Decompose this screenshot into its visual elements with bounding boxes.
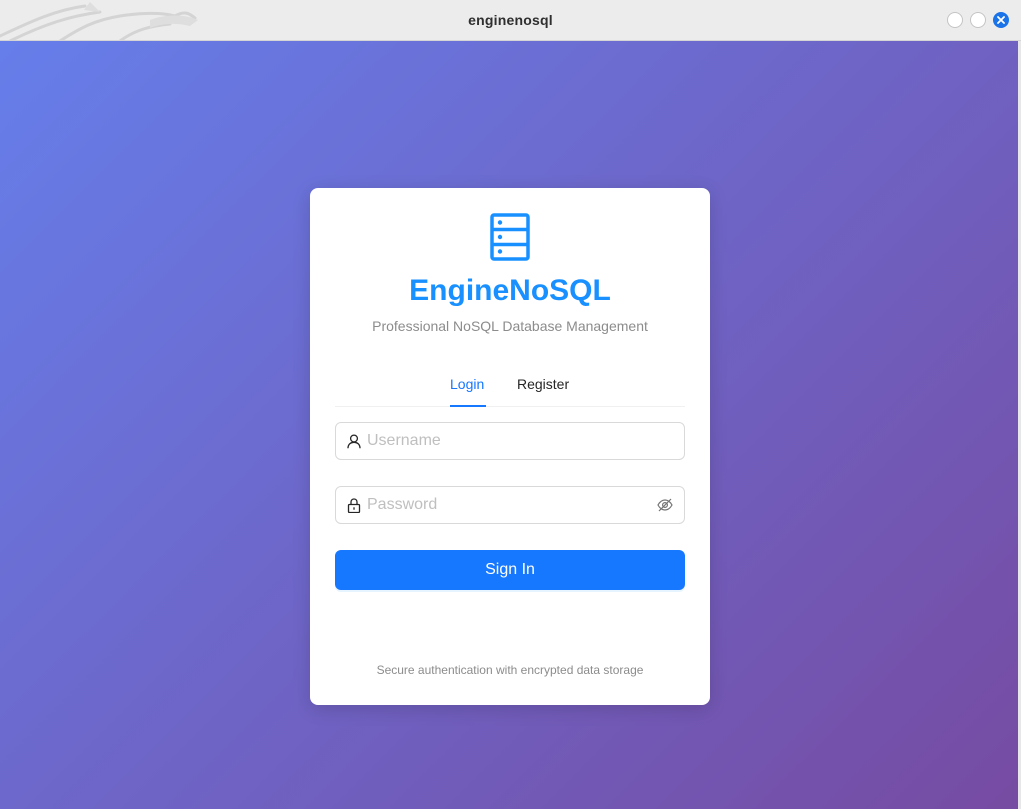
active-tab-indicator <box>450 405 486 407</box>
tab-register[interactable]: Register <box>517 376 569 392</box>
login-card: EngineNoSQL Professional NoSQL Database … <box>310 188 710 705</box>
username-field[interactable] <box>335 422 685 460</box>
sign-in-button[interactable]: Sign In <box>335 550 685 590</box>
security-note: Secure authentication with encrypted dat… <box>376 663 644 677</box>
auth-tabs: Login Register <box>335 368 685 407</box>
window-title: enginenosql <box>468 12 553 28</box>
database-server-icon <box>490 213 530 261</box>
password-input[interactable] <box>367 487 647 523</box>
app-tagline: Professional NoSQL Database Management <box>372 318 648 334</box>
username-input[interactable] <box>367 423 647 459</box>
app-window: enginenosql EngineNoSQL Professional NoS… <box>0 0 1021 809</box>
app-background: EngineNoSQL Professional NoSQL Database … <box>0 41 1018 809</box>
close-icon <box>997 16 1005 24</box>
lock-icon <box>347 498 361 513</box>
title-bar[interactable]: enginenosql <box>0 0 1021 41</box>
user-icon <box>347 434 361 449</box>
tab-login[interactable]: Login <box>450 376 484 392</box>
app-name: EngineNoSQL <box>409 274 611 307</box>
close-button[interactable] <box>993 12 1009 28</box>
eye-invisible-icon[interactable] <box>657 498 673 512</box>
minimize-button[interactable] <box>947 12 963 28</box>
maximize-button[interactable] <box>970 12 986 28</box>
password-field[interactable] <box>335 486 685 524</box>
